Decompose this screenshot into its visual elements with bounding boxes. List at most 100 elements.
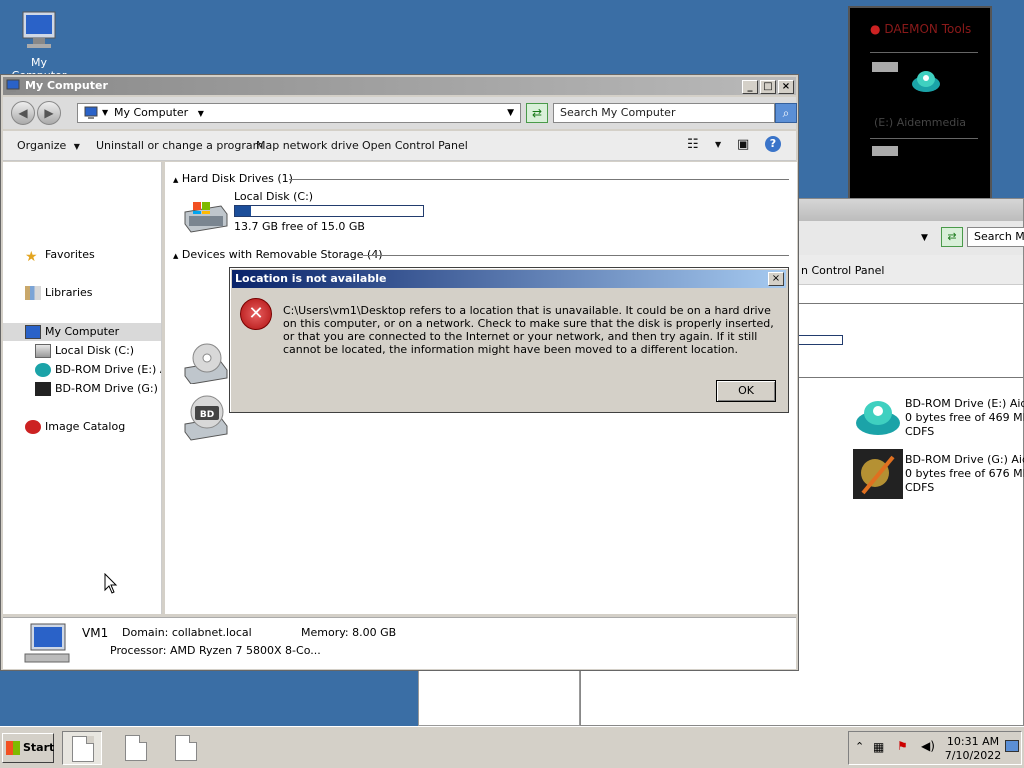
- navigation-pane: ★ Favorites Libraries My Computer Local D…: [3, 162, 162, 614]
- star-icon: ★: [25, 249, 38, 264]
- nav-item-my-computer[interactable]: My Computer: [3, 323, 161, 341]
- mouse-pointer-icon: [104, 573, 118, 594]
- details-pane: VM1 Domain: collabnet.local Memory: 8.00…: [3, 617, 796, 669]
- nav-item-libraries[interactable]: Libraries: [3, 284, 161, 302]
- svg-text:BD: BD: [200, 410, 214, 420]
- dialog-close-button[interactable]: ×: [768, 272, 784, 286]
- document-icon: [72, 736, 94, 762]
- library-icon: [25, 286, 41, 300]
- show-hidden-icons-icon[interactable]: ⌃: [855, 740, 864, 753]
- chevron-down-icon[interactable]: ▼: [715, 140, 721, 149]
- drive-slot-block: [872, 62, 898, 72]
- forward-button[interactable]: ▶: [37, 101, 61, 125]
- network-icon[interactable]: ▦: [873, 740, 884, 754]
- show-desktop-icon[interactable]: [1005, 740, 1019, 752]
- divider: [363, 255, 789, 256]
- group-header-hard-disk[interactable]: ▲ Hard Disk Drives (1): [173, 172, 293, 185]
- refresh-button[interactable]: ⇄: [526, 103, 548, 123]
- uninstall-program-button[interactable]: Uninstall or change a program: [96, 139, 263, 152]
- document-icon: [175, 735, 197, 761]
- bg-search-input[interactable]: Search My: [967, 227, 1024, 247]
- navigation-bar: ◀ ▶ ▼ My Computer ▼ ▼ ⇄ Search My Comput…: [3, 97, 797, 129]
- search-icon[interactable]: ⌕: [775, 103, 797, 123]
- daemon-drive-label: (E:) Aidemmedia: [873, 116, 967, 129]
- back-button[interactable]: ◀: [11, 101, 35, 125]
- nav-item-bd-rom-e[interactable]: BD-ROM Drive (E:) Aid: [3, 361, 161, 379]
- group-header-removable[interactable]: ▲ Devices with Removable Storage (4): [173, 248, 383, 261]
- maximize-button[interactable]: □: [760, 80, 776, 94]
- computer-icon: [17, 8, 61, 52]
- window-title: My Computer: [25, 79, 108, 92]
- search-input[interactable]: Search My Computer: [553, 103, 775, 123]
- document-icon: [125, 735, 147, 761]
- capacity-bar-fill: [235, 206, 252, 216]
- computer-icon: [84, 106, 98, 119]
- command-bar: Organize ▼ Uninstall or change a program…: [3, 131, 796, 161]
- computer-icon: [25, 325, 41, 339]
- computer-domain: Domain: collabnet.local: [122, 626, 252, 639]
- action-center-icon[interactable]: ⚑: [897, 739, 908, 753]
- system-tray: ⌃ ▦ ⚑ ◀) 10:31 AM 7/10/2022: [848, 731, 1022, 765]
- close-button[interactable]: ×: [778, 80, 794, 94]
- disc-drive-icon: [35, 363, 51, 377]
- disc-drive-icon: [856, 401, 900, 435]
- bd-drive-icon[interactable]: BD: [181, 394, 229, 442]
- minimize-button[interactable]: _: [742, 80, 758, 94]
- help-icon[interactable]: ?: [765, 136, 781, 152]
- ok-button[interactable]: OK: [716, 380, 776, 402]
- chevron-down-icon[interactable]: ▼: [198, 109, 204, 118]
- dialog-message: C:\Users\vm1\Desktop refers to a locatio…: [283, 304, 774, 356]
- drive-slot-block: [872, 146, 898, 156]
- open-control-panel-button[interactable]: Open Control Panel: [362, 139, 468, 152]
- hard-disk-icon: [35, 344, 51, 358]
- nav-item-favorites[interactable]: ★ Favorites: [3, 246, 161, 264]
- view-options-icon[interactable]: ☷: [687, 137, 699, 152]
- volume-icon[interactable]: ◀): [921, 739, 935, 753]
- bg-drive-g-free: 0 bytes free of 676 MB: [905, 467, 1024, 480]
- taskbar-app-2[interactable]: [116, 731, 156, 765]
- nav-item-image-catalog[interactable]: Image Catalog: [3, 418, 161, 436]
- daemon-title: ● DAEMON Tools: [870, 22, 972, 36]
- nav-item-bd-rom-g[interactable]: BD-ROM Drive (G:) Aic: [3, 380, 161, 398]
- daemon-tools-gadget[interactable]: ● DAEMON Tools (E:) Aidemmedia: [848, 6, 992, 200]
- refresh-icon[interactable]: ⇄: [941, 227, 963, 247]
- computer-icon: [6, 79, 20, 92]
- magic-wand-icon: [35, 382, 51, 396]
- chevron-down-icon[interactable]: ▼: [921, 233, 928, 243]
- computer-name: VM1: [82, 626, 109, 640]
- window-titlebar[interactable]: My Computer _ □ ×: [3, 77, 796, 95]
- taskbar-app-1[interactable]: [62, 731, 102, 765]
- computer-memory: Memory: 8.00 GB: [301, 626, 397, 639]
- breadcrumb-chevron-icon[interactable]: ▼: [102, 104, 108, 122]
- daemon-icon: [25, 420, 41, 434]
- capacity-bar: [234, 205, 424, 217]
- nav-item-local-disk[interactable]: Local Disk (C:): [3, 342, 161, 360]
- dialog-title: Location is not available: [232, 270, 786, 288]
- clock-date: 7/10/2022: [944, 749, 1002, 762]
- address-text: My Computer: [114, 106, 189, 119]
- organize-button[interactable]: Organize ▼: [17, 139, 80, 152]
- bg-drive-e-free: 0 bytes free of 469 MB: [905, 411, 1024, 424]
- address-dropdown-icon[interactable]: ▼: [507, 104, 514, 122]
- hard-disk-icon: [184, 202, 228, 233]
- error-icon: ✕: [240, 298, 272, 330]
- magic-wand-icon: [853, 449, 903, 499]
- computer-processor: Processor: AMD Ryzen 7 5800X 8-Co...: [110, 644, 321, 657]
- bg-drive-e-name: BD-ROM Drive (E:) Aidem: [905, 397, 1024, 410]
- local-disk-free: 13.7 GB free of 15.0 GB: [234, 220, 365, 233]
- start-button[interactable]: Start: [2, 733, 54, 763]
- windows-logo-icon: [6, 741, 20, 755]
- address-bar[interactable]: ▼ My Computer ▼ ▼: [77, 103, 521, 123]
- divider: [289, 179, 789, 180]
- preview-pane-icon[interactable]: ▣: [737, 137, 749, 152]
- taskbar-app-3[interactable]: [166, 731, 206, 765]
- error-dialog[interactable]: Location is not available × ✕ C:\Users\v…: [229, 267, 789, 413]
- clock[interactable]: 10:31 AM 7/10/2022: [943, 735, 1003, 763]
- divider: [870, 138, 978, 139]
- clock-time: 10:31 AM: [946, 735, 1000, 748]
- desktop-icon-my-computer[interactable]: My Computer: [4, 8, 74, 82]
- bg-command-control-panel[interactable]: n Control Panel: [801, 264, 884, 277]
- bg-drive-e-fs: CDFS: [905, 425, 935, 438]
- map-network-drive-button[interactable]: Map network drive: [256, 139, 359, 152]
- dvd-drive-icon[interactable]: [181, 342, 229, 384]
